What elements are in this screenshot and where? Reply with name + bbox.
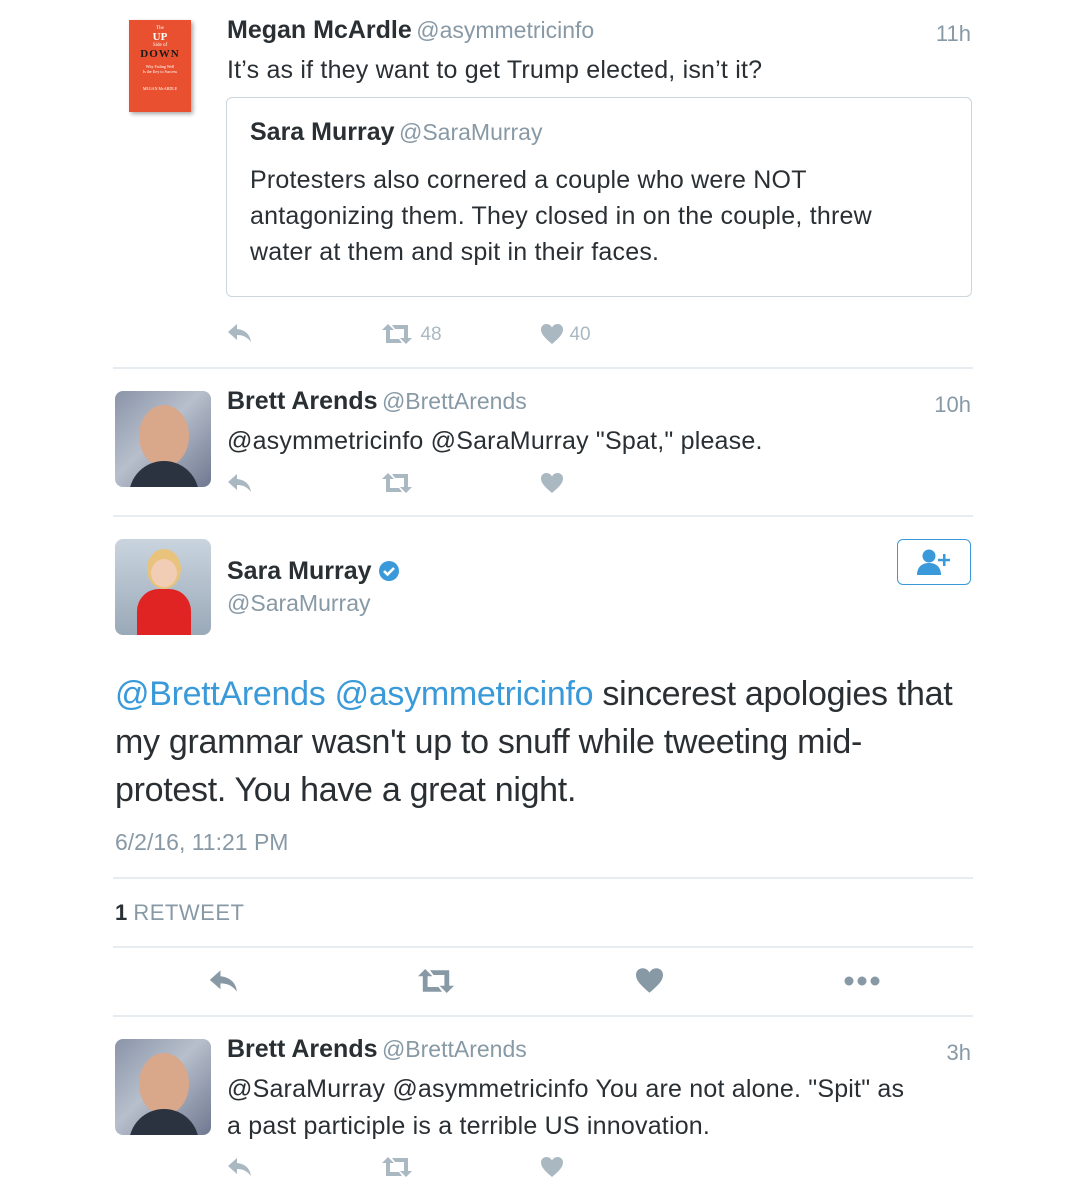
verified-badge-icon — [378, 561, 399, 581]
tweet-text: @asymmetricinfo @SaraMurray "Spat," plea… — [227, 427, 763, 455]
author-name[interactable]: Brett Arends — [227, 1035, 378, 1063]
reply-icon[interactable] — [227, 1156, 253, 1178]
mention-link[interactable]: @BrettArends — [115, 675, 326, 713]
like-count: 40 — [569, 324, 591, 345]
tweet-text-line: protest. You have a great night. — [115, 771, 577, 809]
divider — [113, 515, 973, 517]
book-cover-text: MEGAN McARDLE — [142, 86, 178, 91]
quoted-text-line: Protesters also cornered a couple who we… — [250, 166, 807, 194]
avatar[interactable] — [115, 539, 211, 635]
more-options-icon[interactable] — [844, 976, 880, 986]
author-name[interactable]: Sara Murray — [227, 557, 372, 585]
mention-link[interactable]: @asymmetricinfo — [335, 675, 594, 713]
reply-icon[interactable] — [208, 968, 240, 994]
author-handle[interactable]: @BrettArends — [382, 388, 527, 414]
divider — [113, 1015, 973, 1017]
reply-icon[interactable] — [227, 472, 253, 494]
tweet-megan[interactable]: The UP Side of DOWN Why Failing Well Is … — [0, 0, 1079, 370]
tweet-brett-2[interactable]: Brett Arends @BrettArends 3h @SaraMurray… — [0, 1018, 1079, 1200]
tweet-time: 3h — [946, 1040, 971, 1065]
main-tweet: Sara Murray @SaraMurray @BrettArends @as… — [0, 518, 1079, 1018]
add-user-icon — [917, 549, 950, 575]
tweet-text-line: @SaraMurray @asymmetricinfo You are not … — [227, 1075, 905, 1103]
tweet-text-fragment: sincerest apologies that — [593, 675, 953, 713]
retweet-icon[interactable] — [382, 473, 412, 493]
retweet-stats[interactable]: 1 RETWEET — [115, 900, 244, 926]
like-icon[interactable] — [636, 968, 663, 993]
retweet-icon[interactable] — [382, 1157, 412, 1177]
main-tweet-action-bar — [0, 948, 1079, 1016]
author-handle[interactable]: @SaraMurray — [227, 590, 371, 617]
retweet-count: 48 — [420, 324, 442, 345]
main-tweet-text: @BrettArends @asymmetricinfo sincerest a… — [115, 670, 953, 814]
tweet-text-line: a past participle is a terrible US innov… — [227, 1112, 711, 1140]
follow-button[interactable] — [897, 539, 971, 585]
tweet-text: It’s as if they want to get Trump electe… — [227, 56, 763, 84]
author-handle[interactable]: @asymmetricinfo — [416, 17, 594, 43]
tweet-brett-1[interactable]: Brett Arends @BrettArends 10h @asymmetri… — [0, 370, 1079, 516]
retweet-stat-count: 1 — [115, 900, 128, 925]
divider — [113, 367, 973, 369]
tweet-time: 11h — [935, 21, 971, 46]
author-name[interactable]: Brett Arends — [227, 387, 378, 415]
avatar[interactable] — [115, 1039, 211, 1135]
reply-icon[interactable] — [227, 322, 253, 344]
like-icon[interactable] — [541, 324, 563, 344]
quoted-author-name: Sara Murray — [250, 118, 395, 146]
quoted-tweet-text: Protesters also cornered a couple who we… — [250, 162, 872, 270]
quoted-text-line: water at them and spit in their faces. — [250, 238, 660, 266]
author-name[interactable]: Megan McArdle — [227, 16, 412, 44]
retweet-icon[interactable] — [382, 324, 412, 344]
book-cover-text: UP — [152, 31, 168, 43]
quoted-text-line: antagonizing them. They closed in on the… — [250, 202, 872, 230]
quoted-tweet[interactable]: Sara Murray @SaraMurray Protesters also … — [226, 97, 972, 297]
divider — [113, 877, 973, 879]
author-handle[interactable]: @BrettArends — [382, 1036, 527, 1062]
tweet-time: 10h — [934, 392, 971, 417]
tweet-text: @SaraMurray @asymmetricinfo You are not … — [227, 1071, 904, 1145]
avatar[interactable] — [115, 391, 211, 487]
book-cover-avatar[interactable]: The UP Side of DOWN Why Failing Well Is … — [129, 20, 191, 112]
quoted-author-handle: @SaraMurray — [398, 119, 543, 145]
book-cover-text: DOWN — [140, 48, 180, 60]
tweet-text-line: my grammar wasn't up to snuff while twee… — [115, 723, 863, 761]
timestamp[interactable]: 6/2/16, 11:21 PM — [115, 829, 288, 856]
like-icon[interactable] — [541, 473, 563, 493]
retweet-icon[interactable] — [418, 969, 454, 993]
book-cover-text: Is the Key to Success — [142, 69, 178, 74]
like-icon[interactable] — [541, 1157, 563, 1177]
retweet-stat-label: RETWEET — [133, 900, 245, 925]
